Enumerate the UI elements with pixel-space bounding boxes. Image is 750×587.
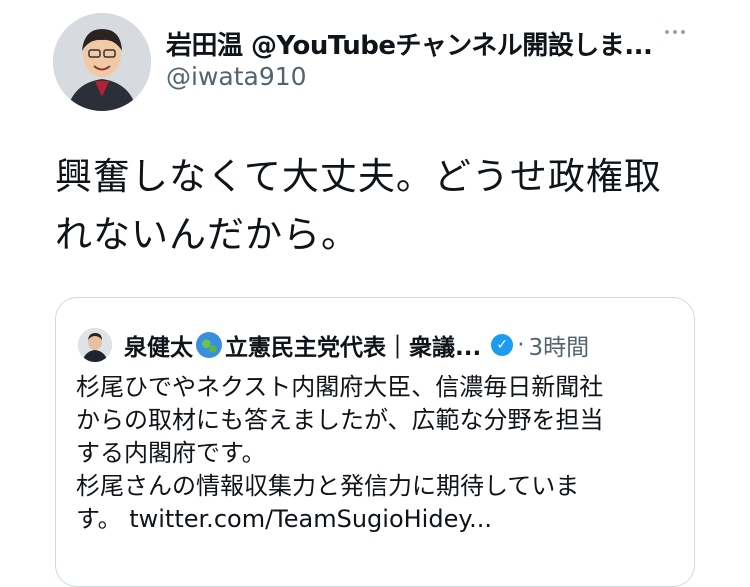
quoted-tweet-text: 杉尾ひでやネクスト内閣府大臣、信濃毎日新聞社 からの取材にも答えましたが、広範な… xyxy=(76,371,681,536)
quoted-text-line[interactable]: す。 twitter.com/TeamSugioHidey... xyxy=(76,503,681,536)
quoted-author-name-suffix[interactable]: 立憲民主党代表｜衆議... xyxy=(225,328,481,362)
quoted-text-line: する内閣府です。 xyxy=(76,439,266,467)
tweet-text-line: 興奮しなくて大丈夫。どうせ政権取 xyxy=(55,155,662,198)
verified-badge-icon: ✓ xyxy=(491,334,514,356)
author-name[interactable]: 岩田温 @YouTubeチャンネル開設しま... xyxy=(166,25,653,62)
quoted-tweet-time[interactable]: 3時間 xyxy=(529,328,590,362)
quoted-tweet-card[interactable]: 泉健太 立憲民主党代表｜衆議... ✓ · 3時間 杉尾ひでやネクスト内閣府大臣… xyxy=(55,297,695,587)
quoted-author-avatar xyxy=(78,328,112,362)
quoted-text-line: 杉尾さんの情報収集力と発信力に期待していま xyxy=(76,472,580,500)
author-handle[interactable]: @iwata910 xyxy=(166,62,307,91)
author-avatar[interactable] xyxy=(53,13,151,111)
tweet-text: 興奮しなくて大丈夫。どうせ政権取 れないんだから。 xyxy=(55,148,695,264)
globe-emoji-icon xyxy=(196,332,222,358)
quoted-text-line: 杉尾ひでやネクスト内閣府大臣、信濃毎日新聞社 xyxy=(76,373,604,401)
quoted-tweet-header: 泉健太 立憲民主党代表｜衆議... ✓ · 3時間 xyxy=(124,328,589,362)
tweet-text-line: れないんだから。 xyxy=(55,213,359,256)
quoted-author-name[interactable]: 泉健太 xyxy=(124,328,193,362)
more-horizontal-icon[interactable] xyxy=(665,30,685,34)
quoted-text-line: からの取材にも答えましたが、広範な分野を担当 xyxy=(76,406,604,434)
separator-dot: · xyxy=(517,332,525,358)
